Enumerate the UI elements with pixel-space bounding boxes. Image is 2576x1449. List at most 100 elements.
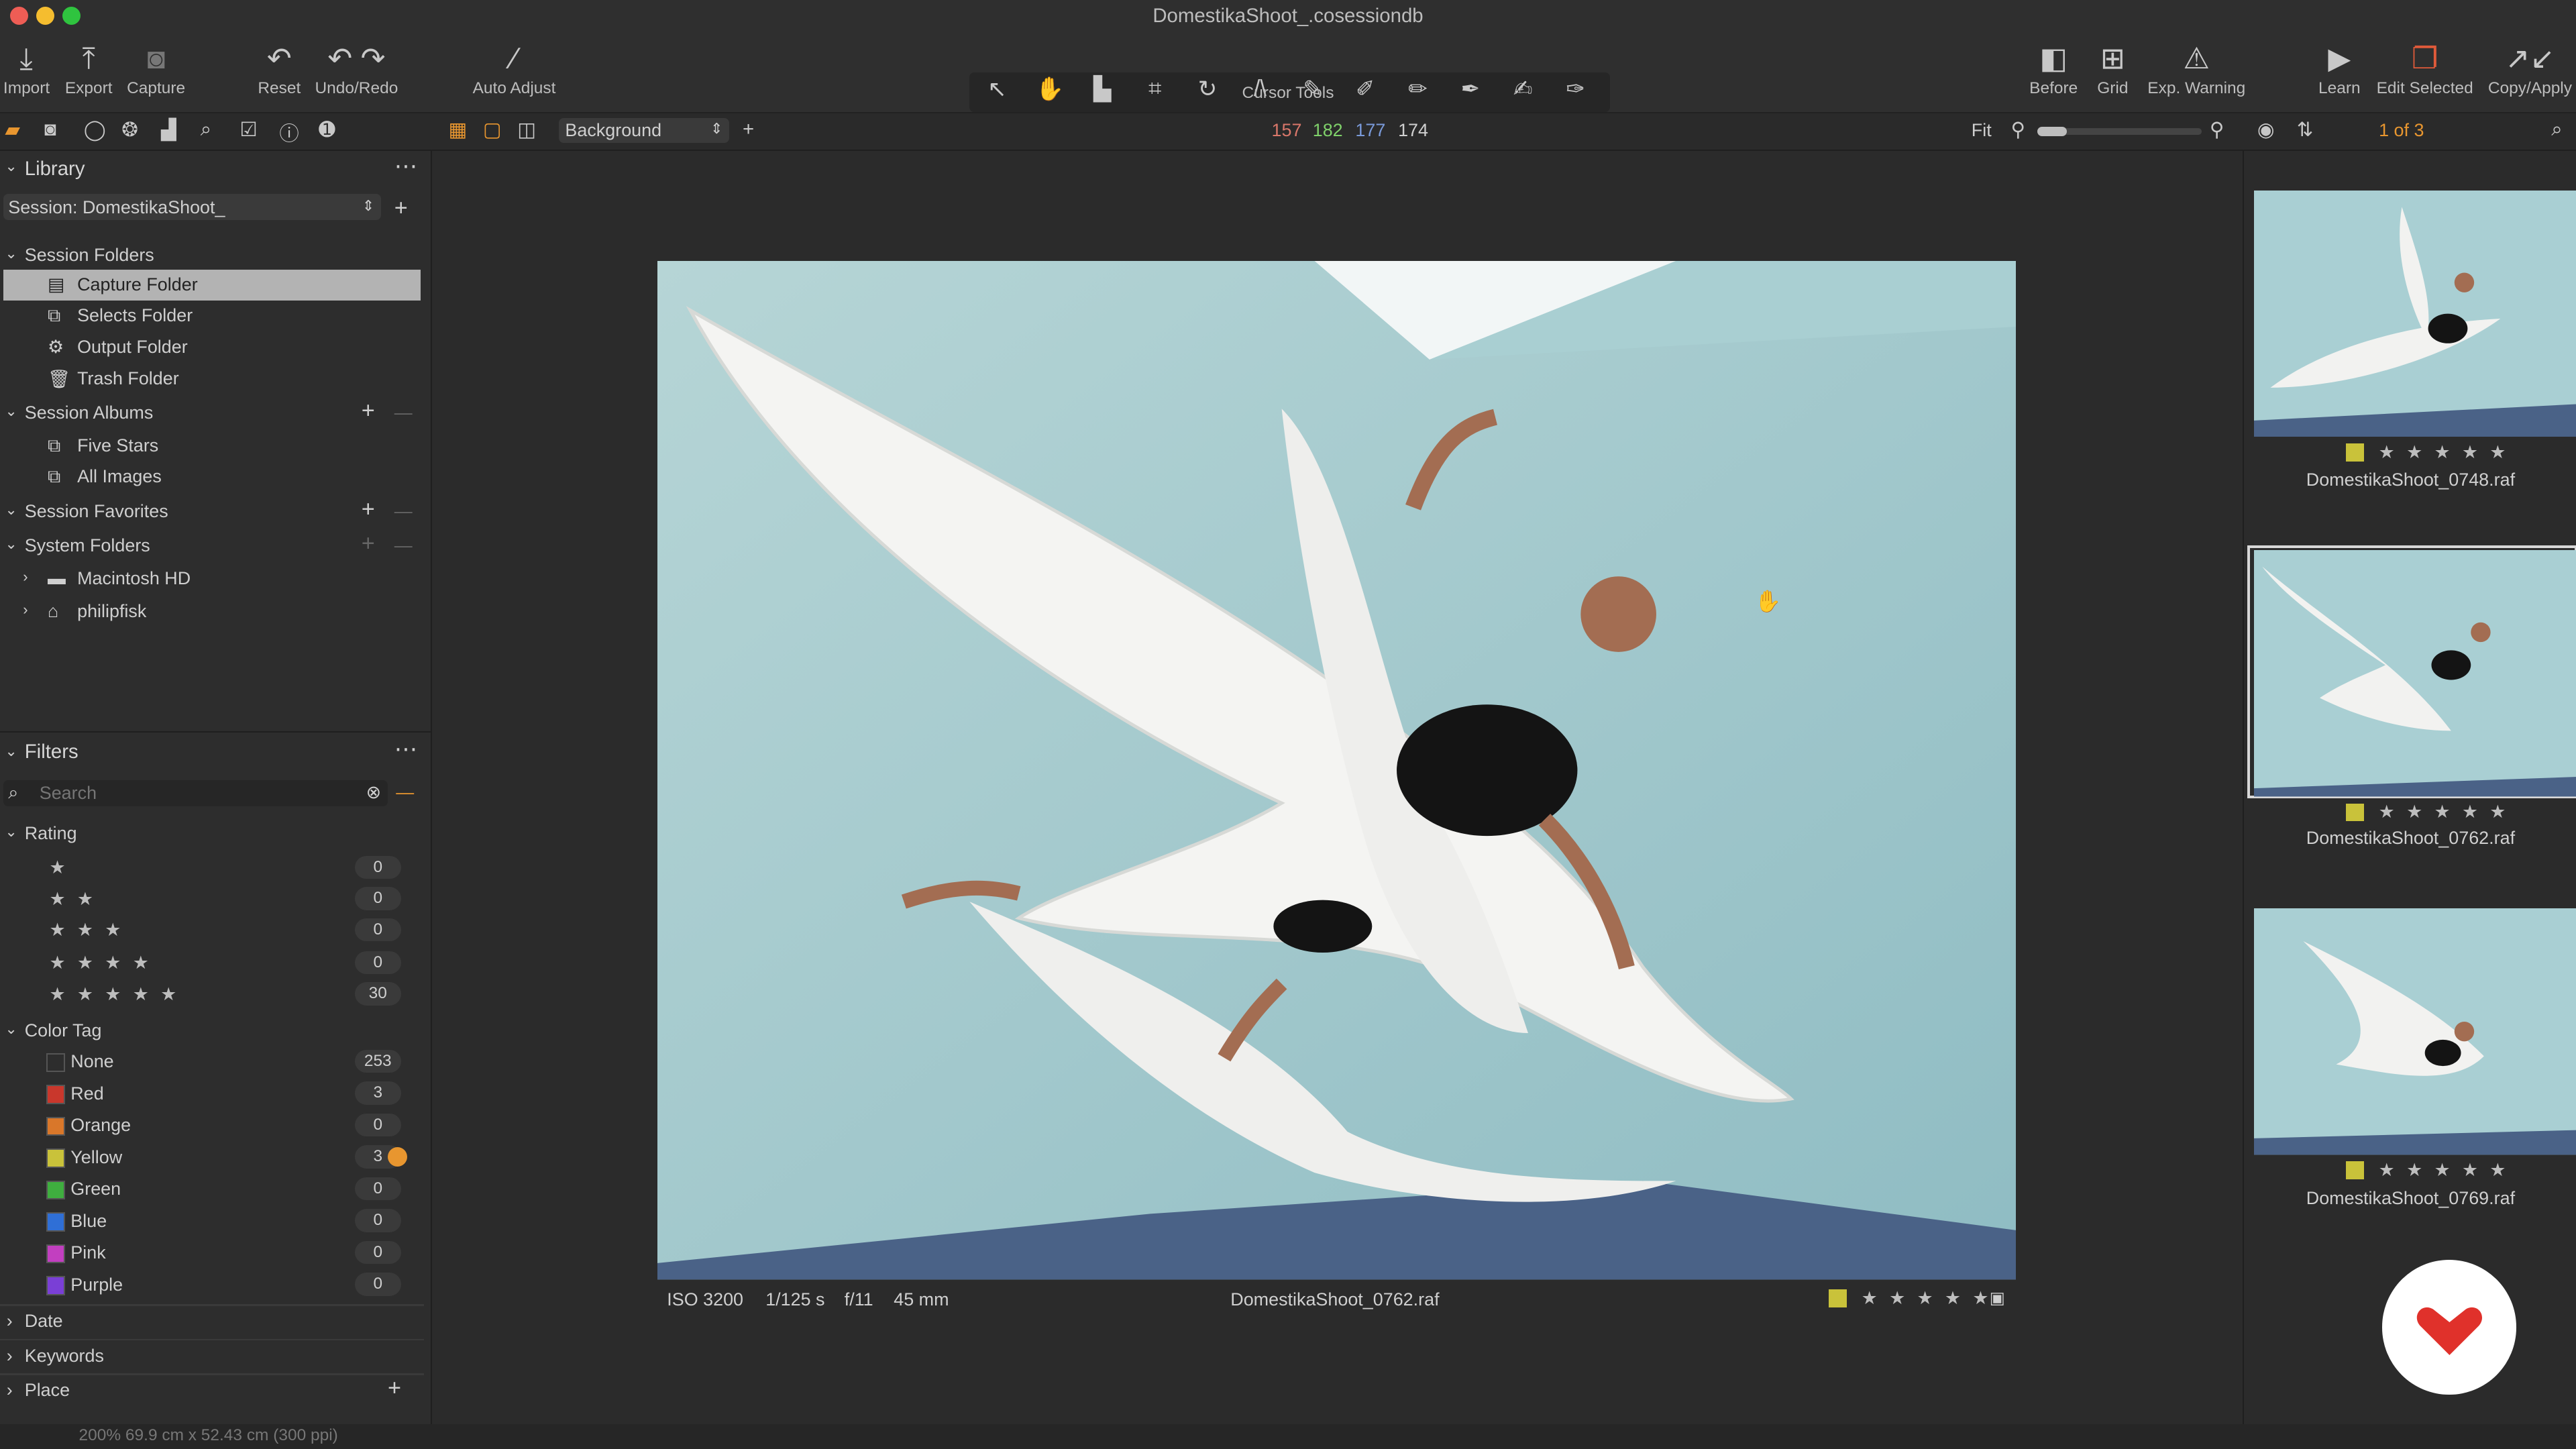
capture-tab-icon[interactable]: ◙ [44, 118, 56, 141]
zoom-fit-label[interactable]: Fit [1972, 120, 1992, 141]
color-tab-icon[interactable]: ❂ [121, 118, 138, 142]
grid-view-icon[interactable]: ▦ [449, 118, 468, 142]
sidebar-item-selects-folder[interactable]: ⧉ Selects Folder [0, 301, 424, 332]
adjustments-tab-icon[interactable]: ☑ [240, 118, 258, 142]
eye-icon[interactable]: ◉ [2257, 118, 2275, 142]
add-album-icon[interactable]: + [362, 398, 375, 424]
color-tag-row-red[interactable]: Red 3 [0, 1079, 424, 1110]
before-button[interactable]: ◧ Before [2024, 40, 2083, 98]
session-albums-header[interactable]: ⌄ Session Albums + — [0, 398, 424, 429]
color-tag-yellow[interactable] [2345, 443, 2364, 462]
add-place-icon[interactable]: + [388, 1375, 401, 1401]
remove-system-folder-icon[interactable]: — [394, 535, 413, 556]
main-image[interactable] [657, 261, 2016, 1280]
color-tag-row-purple[interactable]: Purple 0 [0, 1270, 424, 1301]
color-tag-header[interactable]: ⌄ Color Tag [0, 1015, 424, 1046]
pen-icon[interactable]: ✏ [1397, 76, 1440, 103]
thumbnail-rating[interactable]: ★ ★ ★ ★ ★ [2379, 1160, 2510, 1181]
add-favorite-icon[interactable]: + [362, 496, 375, 523]
details-tab-icon[interactable]: ⌕ [201, 118, 211, 141]
active-filter-dot[interactable] [387, 1146, 408, 1167]
zoom-out-icon[interactable]: ⚲ [2011, 118, 2026, 142]
search-icon[interactable]: ⌕ [2551, 118, 2562, 141]
heal-icon[interactable]: ✍ [1501, 76, 1544, 103]
pan-cursor-icon[interactable]: ✋ [1028, 76, 1071, 103]
variant-icon[interactable]: ▣ [1990, 1288, 2005, 1308]
multi-view-icon[interactable]: ◫ [517, 118, 536, 142]
remove-favorite-icon[interactable]: — [394, 501, 413, 522]
color-tag-yellow[interactable] [2345, 803, 2364, 822]
session-favorites-header[interactable]: ⌄ Session Favorites + — [0, 496, 424, 528]
remove-album-icon[interactable]: — [394, 402, 413, 423]
crop-icon[interactable]: ⌗ [1134, 76, 1177, 102]
output-tab-icon[interactable]: ➊ [319, 118, 335, 142]
thumbnail-0762[interactable] [2253, 550, 2576, 797]
color-tag-row-yellow[interactable]: Yellow 3 [0, 1142, 424, 1174]
place-filter-header[interactable]: › Place + [0, 1375, 424, 1407]
learn-button[interactable]: ▶ Learn [2310, 40, 2369, 98]
rating-row-1[interactable]: ★ 0 [0, 853, 424, 884]
select-cursor-icon[interactable]: ↖ [976, 76, 1019, 103]
lens-tab-icon[interactable]: ◯ [84, 118, 106, 142]
sidebar-item-trash-folder[interactable]: 🗑 Trash Folder [0, 363, 424, 394]
annotate-icon[interactable]: ✑ [1554, 76, 1597, 103]
chevron-down-icon[interactable]: ⌄ [5, 158, 17, 175]
reset-button[interactable]: ↶ Reset [255, 40, 304, 98]
rating-header[interactable]: ⌄ Rating [0, 818, 424, 850]
sidebar-item-philipfisk[interactable]: › ⌂ philipfisk [0, 596, 424, 628]
add-session-icon[interactable]: + [394, 195, 408, 221]
more-options-icon[interactable]: ⋯ [394, 736, 417, 763]
filter-search-field[interactable]: ⌕ ⊗ [3, 780, 388, 807]
color-tag-row-blue[interactable]: Blue 0 [0, 1206, 424, 1238]
chevron-down-icon[interactable]: ⌄ [5, 743, 17, 760]
color-tag-row-none[interactable]: None 253 [0, 1046, 424, 1078]
loupe-icon[interactable]: ▙ [1081, 76, 1124, 103]
metadata-tab-icon[interactable]: ⓘ [279, 118, 299, 146]
add-system-folder-icon[interactable]: + [362, 531, 375, 557]
thumbnail-0748[interactable] [2253, 191, 2576, 437]
import-button[interactable]: ⤓ Import [3, 40, 50, 98]
sidebar-item-macintosh-hd[interactable]: › ▬ Macintosh HD [0, 564, 424, 595]
copy-apply-button[interactable]: ↗↙ Copy/Apply [2484, 40, 2576, 98]
thumbnail-rating[interactable]: ★ ★ ★ ★ ★ [2379, 802, 2510, 822]
session-select[interactable]: Session: DomestikaShoot_ ⇕ [3, 193, 382, 221]
thumbnail-rating[interactable]: ★ ★ ★ ★ ★ [2379, 442, 2510, 463]
sidebar-item-five-stars[interactable]: ⧉ Five Stars [0, 431, 424, 462]
chevron-right-icon[interactable]: › [23, 568, 28, 586]
viewer[interactable]: ✋ ISO 3200 1/125 s f/11 45 mm DomestikaS… [432, 151, 2243, 1425]
session-folders-header[interactable]: ⌄ Session Folders [0, 240, 424, 272]
edit-selected-button[interactable]: ❐ Edit Selected [2372, 40, 2477, 98]
color-tag-yellow[interactable] [1828, 1289, 1847, 1308]
color-tag-row-green[interactable]: Green 0 [0, 1174, 424, 1205]
undo-redo-button[interactable]: ↶ ↷ Undo/Redo [312, 40, 400, 98]
remove-filter-icon[interactable]: — [396, 782, 414, 803]
color-tag-yellow[interactable] [2345, 1161, 2364, 1180]
viewer-rating[interactable]: ★ ★ ★ ★ ★ [1862, 1288, 1992, 1309]
sidebar-item-all-images[interactable]: ⧉ All Images [0, 462, 424, 493]
zoom-slider[interactable] [2037, 126, 2202, 137]
clear-search-icon[interactable]: ⊗ [366, 782, 382, 803]
rating-row-3[interactable]: ★ ★ ★ 0 [0, 915, 424, 947]
zoom-slider-handle[interactable] [2037, 126, 2067, 137]
auto-adjust-button[interactable]: ⁄ Auto Adjust [467, 40, 562, 98]
more-options-icon[interactable]: ⋯ [394, 153, 417, 180]
grid-button[interactable]: ⊞ Grid [2090, 40, 2136, 98]
library-tab-icon[interactable]: ▰ [5, 118, 20, 142]
zoom-in-icon[interactable]: ⚲ [2210, 118, 2224, 142]
picker-icon[interactable]: ✒ [1449, 76, 1492, 103]
color-tag-row-orange[interactable]: Orange 0 [0, 1110, 424, 1142]
export-button[interactable]: ⤒ Export [62, 40, 115, 98]
color-tag-row-pink[interactable]: Pink 0 [0, 1238, 424, 1269]
sidebar-item-output-folder[interactable]: ⚙ Output Folder [0, 332, 424, 364]
single-view-icon[interactable]: ▢ [483, 118, 502, 142]
thumbnail-0769[interactable] [2253, 908, 2576, 1155]
exposure-tab-icon[interactable]: ▟ [161, 118, 176, 142]
rating-row-2[interactable]: ★ ★ 0 [0, 884, 424, 916]
chevron-right-icon[interactable]: › [23, 601, 28, 619]
search-input[interactable] [36, 780, 355, 807]
exp-warning-button[interactable]: ⚠ Exp. Warning [2142, 40, 2251, 98]
rating-row-5[interactable]: ★ ★ ★ ★ ★ 30 [0, 979, 424, 1011]
add-layer-icon[interactable]: + [743, 118, 754, 141]
sort-icon[interactable]: ⇅ [2297, 118, 2314, 142]
sidebar-item-capture-folder[interactable]: ▤ Capture Folder [3, 269, 421, 301]
